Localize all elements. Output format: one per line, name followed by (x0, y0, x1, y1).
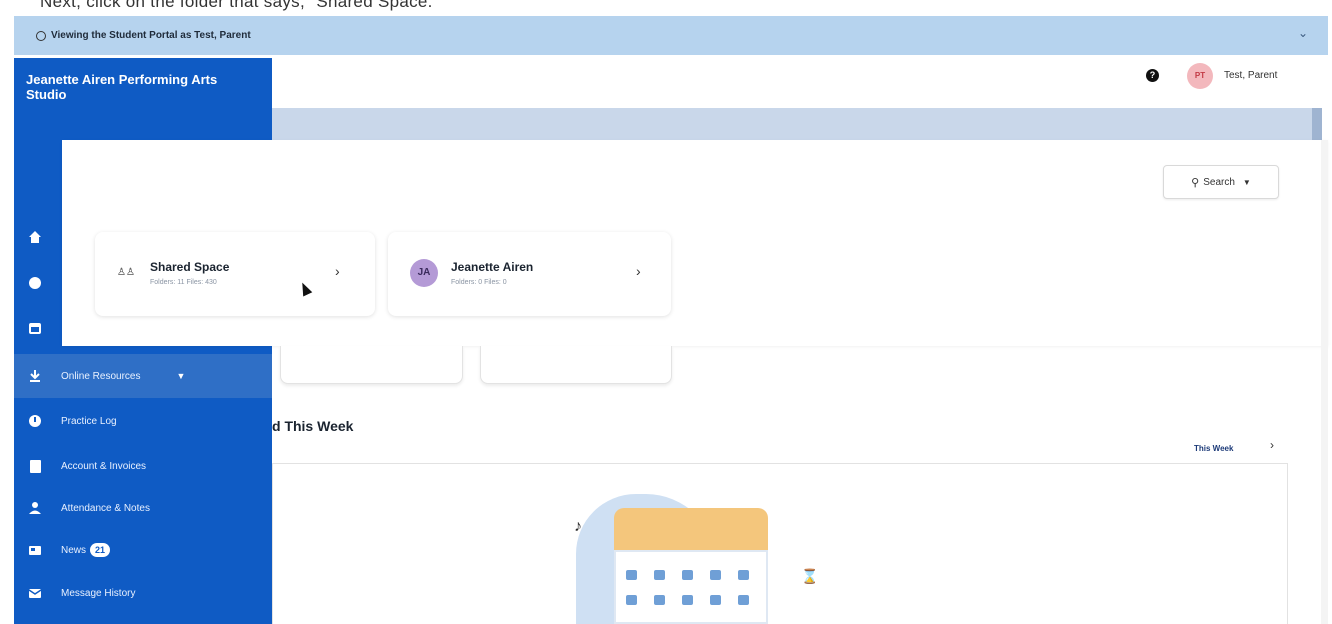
week-content-box (272, 463, 1288, 624)
person-icon (28, 501, 42, 515)
header-scrollbar (1312, 108, 1322, 140)
news-count-badge: 21 (90, 543, 111, 557)
document-icon (28, 459, 42, 473)
sidebar-item-news[interactable]: News 21 (14, 528, 272, 572)
hourglass-icon: ⌛ (801, 568, 819, 584)
this-week-link[interactable]: This Week (1194, 444, 1233, 453)
sidebar-item-label: Attendance & Notes (61, 502, 150, 514)
calendar-icon[interactable] (28, 321, 42, 335)
chevron-right-icon: › (636, 263, 641, 279)
caret-down-icon: ▼ (176, 371, 186, 381)
page-header-bar (272, 108, 1316, 140)
folder-card-shadow (480, 346, 672, 384)
instruction-caption: Next, click on the folder that says, "Sh… (0, 0, 1332, 14)
clock-icon (28, 414, 42, 428)
help-icon[interactable]: ? (1146, 69, 1159, 82)
page-scrollbar[interactable] (1321, 140, 1328, 624)
chevron-right-icon[interactable]: › (1270, 438, 1274, 452)
home-icon[interactable] (28, 230, 42, 244)
folder-avatar: JA (410, 259, 438, 287)
folder-meta: Folders: 0 Files: 0 (451, 279, 507, 286)
news-icon (28, 543, 42, 557)
chevron-down-icon[interactable]: ⌄ (1298, 26, 1308, 40)
section-title: d This Week (272, 418, 354, 434)
folder-card-shadow (280, 346, 463, 384)
sidebar-item-label: Account & Invoices (61, 460, 147, 472)
folder-meta: Folders: 11 Files: 430 (150, 279, 217, 286)
sidebar-item-practice-log[interactable]: Practice Log (14, 399, 272, 443)
search-icon: ⚲ (1191, 176, 1200, 189)
user-name[interactable]: Test, Parent (1224, 70, 1277, 81)
sidebar-item-label: Online Resources (61, 370, 141, 382)
caption-text: Next, click on the folder that says, "Sh… (40, 0, 440, 11)
sidebar-item-message-history[interactable]: Message History (14, 571, 272, 615)
folder-card-jeanette-airen[interactable]: JA Jeanette Airen Folders: 0 Files: 0 › (388, 232, 671, 316)
mail-icon (28, 586, 42, 600)
viewing-as-banner: Viewing the Student Portal as Test, Pare… (14, 16, 1328, 55)
banner-text: Viewing the Student Portal as Test, Pare… (51, 30, 251, 41)
circle-icon[interactable] (28, 276, 42, 290)
search-label: Search (1203, 176, 1235, 188)
sidebar-item-online-resources[interactable]: Online Resources ▼ (14, 354, 272, 398)
people-icon: ♙♙ (117, 267, 135, 278)
calendar-illustration (614, 550, 768, 624)
search-button[interactable]: ⚲ Search ▼ (1163, 165, 1279, 199)
caret-down-icon: ▼ (1242, 177, 1251, 187)
sidebar-item-account-invoices[interactable]: Account & Invoices (14, 444, 272, 488)
music-note-icon: ♪ (574, 518, 582, 535)
avatar[interactable]: PT (1187, 63, 1213, 89)
sidebar-item-label: Message History (61, 587, 136, 599)
sidebar-item-attendance-notes[interactable]: Attendance & Notes (14, 486, 272, 530)
folder-name: Shared Space (150, 260, 230, 274)
calendar-illustration-header (614, 508, 768, 550)
folder-card-shared-space[interactable]: ♙♙ Shared Space Folders: 11 Files: 430 › (95, 232, 375, 316)
download-icon (28, 369, 42, 383)
folder-name: Jeanette Airen (451, 260, 534, 274)
sidebar-item-label: Practice Log (61, 415, 117, 427)
studio-name[interactable]: Jeanette Airen Performing Arts Studio (26, 72, 226, 102)
chevron-right-icon: › (335, 263, 340, 279)
sidebar-item-label: News (61, 544, 87, 556)
info-icon (36, 30, 46, 41)
